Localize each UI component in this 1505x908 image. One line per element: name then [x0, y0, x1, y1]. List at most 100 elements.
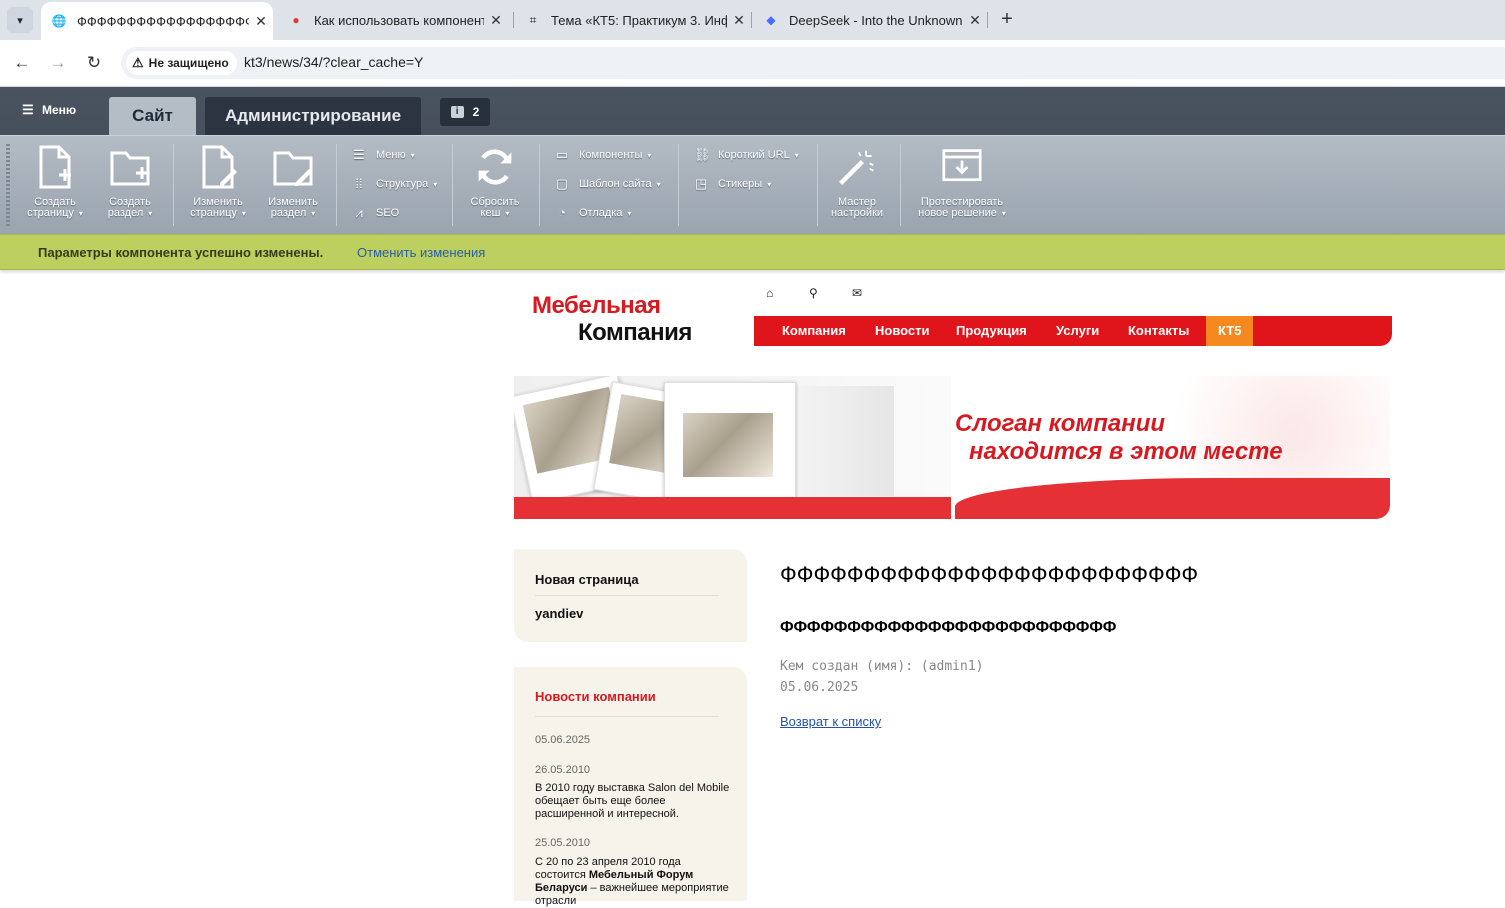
edit-page-button[interactable]: Изменить страницу ▾ [183, 145, 253, 219]
button-label: раздел [107, 207, 144, 219]
setup-wizard-button[interactable]: Мастер настройки [822, 145, 892, 219]
stickers-dropdown-button[interactable]: ◳ Стикеры ▾ [694, 175, 771, 193]
toolbar-grip [6, 144, 10, 228]
tab-active[interactable]: 🌐 ФФФФФФФФФФФФФФФФФФФФФ ✕ [41, 2, 273, 40]
mail-icon[interactable]: ✉ [852, 286, 862, 300]
new-tab-plus-icon[interactable]: + [995, 7, 1019, 33]
edit-page-icon [202, 145, 237, 189]
tab-administration[interactable]: Администрирование [205, 97, 421, 135]
test-new-solution-button[interactable]: Протестировать новое решение ▾ [912, 145, 1012, 219]
nav-item-kt5[interactable]: КТ5 [1206, 316, 1254, 346]
close-icon[interactable]: ✕ [727, 12, 751, 29]
debug-dropdown-button[interactable]: ◔ Отладка ▾ [555, 204, 631, 222]
create-section-button[interactable]: Создать раздел ▾ [95, 145, 165, 219]
seo-button[interactable]: ⩘ SEO [352, 204, 399, 222]
address-bar: ← → ↻ ⚠ Не защищено kt3/news/34/?clear_c… [0, 40, 1505, 87]
search-icon[interactable]: ⚲ [809, 286, 818, 300]
download-window-icon [942, 149, 982, 182]
notifications-button[interactable]: i 2 [440, 98, 490, 126]
nav-item-company[interactable]: Компания [782, 316, 846, 346]
create-page-button[interactable]: Создать страницу ▾ [20, 145, 90, 219]
admin-menu-button[interactable]: ☰ Меню [22, 102, 76, 118]
tab-site[interactable]: Сайт [109, 97, 196, 135]
forward-arrow-icon[interactable]: → [45, 50, 71, 76]
reload-icon[interactable]: ↻ [81, 50, 107, 76]
toolbar-divider [539, 144, 540, 226]
news-date: 25.05.2010 [535, 837, 591, 849]
news-title[interactable]: Новости компании [535, 689, 656, 704]
banner-strip [514, 497, 951, 519]
article-title: ФФФФФФФФФФФФФФФФФФФФФФФФФ [780, 562, 1199, 587]
site-template-dropdown-button[interactable]: ▢ Шаблон сайта ▾ [555, 175, 661, 193]
success-notice: Параметры компонента успешно изменены. О… [0, 234, 1505, 270]
edit-section-button[interactable]: Изменить раздел ▾ [258, 145, 328, 219]
button-label: настройки [830, 207, 884, 219]
browser-chrome: ▾ 🌐 ФФФФФФФФФФФФФФФФФФФФФ ✕ ● Как исполь… [0, 0, 1505, 87]
refresh-icon [478, 149, 512, 185]
components-dropdown-button[interactable]: ▭ Компоненты ▾ [555, 146, 652, 164]
button-label: Структура [376, 178, 429, 190]
nav-item-news[interactable]: Новости [875, 316, 930, 346]
banner-photo [664, 382, 796, 500]
banner-slogan-area: Слоган компании находится в этом месте [955, 376, 1390, 519]
reset-cache-button[interactable]: Сбросить кеш ▾ [460, 145, 530, 219]
close-icon[interactable]: ✕ [484, 12, 508, 29]
component-icon: ▭ [555, 147, 569, 162]
news-text[interactable]: В 2010 году выставка Salon del Mobile об… [535, 782, 730, 821]
site-page: Мебельная Компания ⌂ ⚲ ✉ Компания Новост… [0, 270, 1505, 907]
tab-yandex[interactable]: ● Как использовать компонент ✕ [278, 0, 508, 40]
tab-divider [513, 12, 514, 28]
article-date: 05.06.2025 [780, 680, 859, 695]
warning-triangle-icon: ⚠ [132, 55, 144, 70]
close-icon[interactable]: ✕ [249, 13, 273, 30]
toolbar-divider [817, 144, 818, 226]
short-url-dropdown-button[interactable]: ⛓ Короткий URL ▾ [694, 146, 799, 164]
grid-dots-icon: ⁞⁞ [355, 176, 363, 191]
sidebar-item-yandiev[interactable]: yandiev [535, 606, 583, 621]
gauge-icon: ◔ [558, 205, 566, 220]
logo-line2[interactable]: Компания [578, 319, 692, 347]
list-icon: ☰ [353, 147, 365, 162]
url-text[interactable]: kt3/news/34/?clear_cache=Y [244, 54, 423, 70]
back-arrow-icon[interactable]: ← [9, 50, 35, 76]
tab-title: Тема «КТ5: Практикум 3. Инфо [551, 12, 727, 28]
notice-message: Параметры компонента успешно изменены. [38, 245, 324, 260]
nav-item-contacts[interactable]: Контакты [1128, 316, 1189, 346]
tab-deepseek[interactable]: ◆ DeepSeek - Into the Unknown ✕ [753, 0, 987, 40]
edit-folder-icon [273, 151, 313, 186]
logo-line1[interactable]: Мебельная [532, 292, 661, 320]
button-label: новое решение [918, 207, 997, 219]
button-label: Шаблон сайта [579, 178, 652, 190]
tab-strip: ▾ 🌐 ФФФФФФФФФФФФФФФФФФФФФ ✕ ● Как исполь… [0, 0, 1505, 40]
tab-moodle[interactable]: ⌗ Тема «КТ5: Практикум 3. Инфо ✕ [515, 0, 751, 40]
back-to-list-link[interactable]: Возврат к списку [780, 714, 881, 729]
slogan-line2: находится в этом месте [969, 438, 1283, 465]
home-icon[interactable]: ⌂ [766, 286, 773, 300]
nav-item-products[interactable]: Продукция [956, 316, 1027, 346]
nav-item-services[interactable]: Услуги [1056, 316, 1099, 346]
menu-dropdown-button[interactable]: ☰ Меню ▾ [352, 146, 415, 164]
omnibox[interactable]: ⚠ Не защищено kt3/news/34/?clear_cache=Y [121, 47, 1505, 79]
toolbar-divider [336, 144, 337, 226]
sidebar-item-new-page[interactable]: Новая страница [535, 572, 639, 587]
toolbar-divider [173, 144, 174, 226]
news-date: 05.06.2025 [535, 734, 591, 746]
tab-search-chevron-icon[interactable]: ▾ [7, 7, 33, 33]
close-icon[interactable]: ✕ [963, 12, 987, 29]
button-label: кеш [480, 207, 501, 219]
security-label: Не защищено [148, 56, 229, 70]
admin-panel-top: ☰ Меню Сайт Администрирование i 2 [0, 87, 1505, 135]
info-icon: i [450, 106, 464, 118]
divider [535, 595, 719, 596]
tab-divider [987, 12, 988, 28]
sticker-icon: ◳ [694, 176, 708, 191]
undo-changes-link[interactable]: Отменить изменения [357, 245, 485, 260]
security-chip[interactable]: ⚠ Не защищено [126, 51, 237, 75]
banner-photo [799, 386, 894, 496]
structure-dropdown-button[interactable]: ⁞⁞ Структура ▾ [352, 175, 437, 193]
moodle-icon: ⌗ [529, 12, 537, 27]
news-text[interactable]: С 20 по 23 апреля 2010 года состоится Ме… [535, 856, 730, 908]
tab-title: DeepSeek - Into the Unknown [789, 12, 963, 28]
toolbar-divider [452, 144, 453, 226]
button-label: Стикеры [718, 178, 763, 190]
